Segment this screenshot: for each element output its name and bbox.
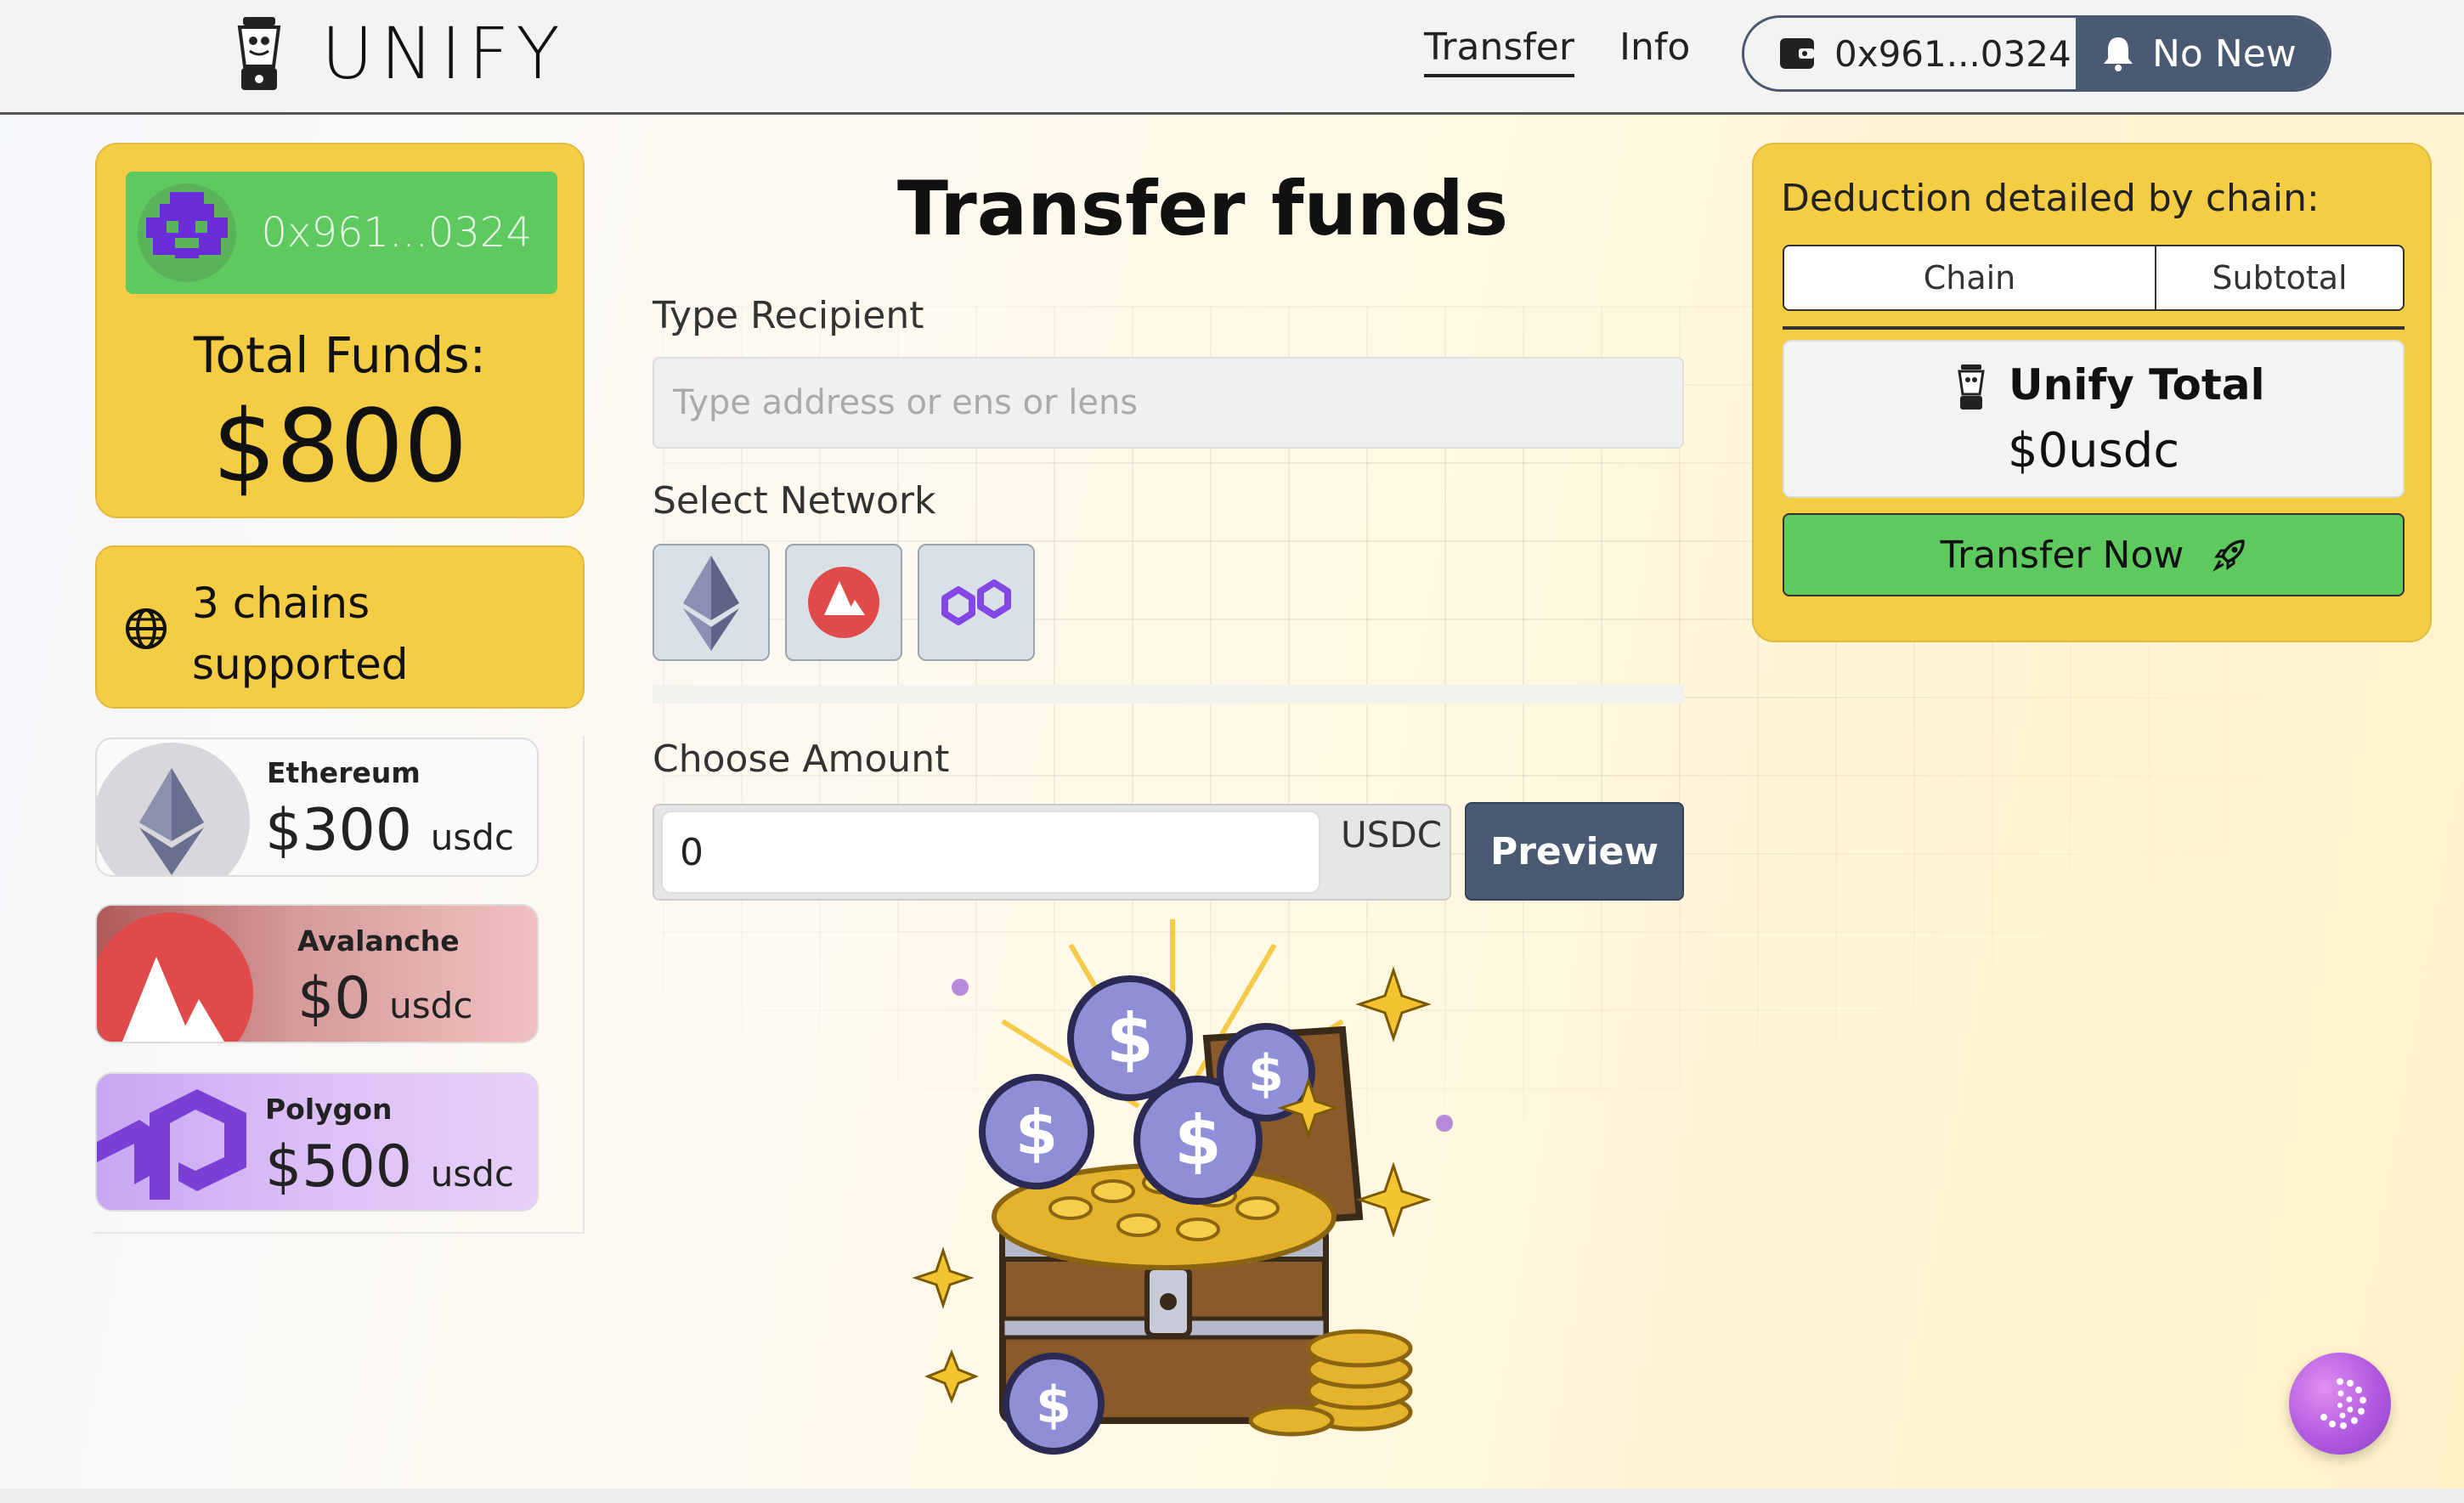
transfer-now-button[interactable]: Transfer Now (1783, 513, 2405, 596)
profile-address: 0x961...0324 (261, 209, 533, 257)
chain-amount-value: $500 (265, 1133, 413, 1201)
chains-supported-text: 3 chains supported (192, 573, 408, 695)
svg-text:$: $ (1174, 1101, 1222, 1180)
blender-logo-icon (1958, 364, 1985, 410)
chat-support-button[interactable] (2289, 1353, 2391, 1455)
chain-amount-value: $300 (265, 797, 413, 864)
bell-icon (2104, 37, 2133, 71)
chains-count: 3 chains (192, 579, 370, 628)
rocket-icon (2213, 540, 2246, 572)
wallet-status-pill: 0x961...0324 No New (1742, 15, 2331, 92)
page-title: Transfer funds (897, 165, 1509, 252)
network-button-polygon[interactable] (918, 544, 1035, 661)
transfer-now-label: Transfer Now (1940, 533, 2184, 577)
avalanche-icon (808, 567, 879, 638)
deduction-card: Deduction detailed by chain: Chain Subto… (1752, 143, 2432, 642)
chains-supported-card: 3 chains supported (95, 545, 585, 709)
chain-amount-unit: usdc (389, 985, 473, 1026)
table-divider (1783, 326, 2405, 330)
brand-name[interactable]: UNIFY (321, 12, 567, 95)
column-header-subtotal[interactable]: Subtotal (2156, 246, 2403, 309)
amount-unit-label: USDC (1341, 814, 1443, 856)
amount-field-group: USDC (653, 804, 1451, 901)
amount-label: Choose Amount (653, 737, 950, 781)
chain-amount-ethereum: $300 usdc (265, 797, 514, 864)
avalanche-logo-icon (97, 913, 253, 1042)
ethereum-icon (683, 556, 739, 651)
bottom-strip (0, 1489, 2464, 1503)
globe-icon (126, 608, 167, 649)
avatar (138, 184, 236, 282)
deduction-title: Deduction detailed by chain: (1781, 177, 2320, 220)
chain-card-avalanche[interactable]: Avalanche $0 usdc (95, 904, 539, 1043)
notifications-button[interactable]: No New (2076, 18, 2329, 89)
polygon-icon (941, 579, 1011, 625)
svg-text:$: $ (1015, 1097, 1058, 1168)
spiral-dots-icon (2320, 1378, 2366, 1429)
chain-amount-unit: usdc (430, 816, 514, 858)
svg-text:$: $ (1036, 1376, 1071, 1435)
chain-amount-polygon: $500 usdc (265, 1133, 514, 1201)
nav-info-link[interactable]: Info (1619, 25, 1690, 69)
amount-input[interactable] (661, 811, 1320, 894)
chain-amount-avalanche: $0 usdc (297, 965, 472, 1032)
chains-supported-word: supported (192, 640, 409, 689)
top-navbar: UNIFY Transfer Info 0x961...0324 No New (0, 0, 2464, 115)
blender-logo-icon (237, 17, 281, 90)
recipient-label: Type Recipient (653, 294, 924, 337)
nav-transfer-link[interactable]: Transfer (1424, 25, 1574, 77)
chain-amount-value: $0 (297, 965, 371, 1032)
chain-name-ethereum: Ethereum (267, 756, 421, 789)
total-funds-label: Total Funds: (193, 326, 487, 384)
chain-amount-unit: usdc (430, 1153, 514, 1195)
wallet-address-button[interactable]: 0x961...0324 (1744, 18, 2076, 89)
recipient-input[interactable] (653, 357, 1684, 449)
total-funds-value: $800 (212, 387, 468, 505)
network-button-ethereum[interactable] (653, 544, 770, 661)
svg-text:$: $ (1248, 1044, 1284, 1104)
polygon-logo-icon (97, 1089, 246, 1200)
svg-text:$: $ (1106, 999, 1154, 1078)
unify-total-box: Unify Total $0usdc (1783, 340, 2405, 498)
chain-name-avalanche: Avalanche (297, 924, 460, 958)
notifications-text: No New (2152, 31, 2297, 76)
profile-card: 0x961...0324 Total Funds: $800 (95, 143, 585, 518)
column-header-chain[interactable]: Chain (1784, 246, 2156, 309)
ethereum-logo-icon (97, 743, 250, 875)
network-label: Select Network (653, 479, 936, 523)
treasure-chest-illustration: $ $ $ $ $ (912, 919, 1453, 1455)
wallet-icon (1780, 38, 1814, 69)
network-button-avalanche[interactable] (785, 544, 902, 661)
chain-name-polygon: Polygon (265, 1093, 393, 1126)
deduction-table-header: Chain Subtotal (1783, 245, 2405, 311)
chain-card-polygon[interactable]: Polygon $500 usdc (95, 1072, 539, 1212)
unify-total-label: Unify Total (2009, 360, 2265, 410)
unify-total-value: $0usdc (2007, 423, 2180, 478)
chain-card-ethereum[interactable]: Ethereum $300 usdc (95, 737, 539, 877)
preview-button[interactable]: Preview (1465, 802, 1684, 901)
profile-address-bar[interactable]: 0x961...0324 (126, 172, 557, 294)
section-divider (653, 685, 1684, 703)
wallet-address-text: 0x961...0324 (1834, 32, 2071, 75)
